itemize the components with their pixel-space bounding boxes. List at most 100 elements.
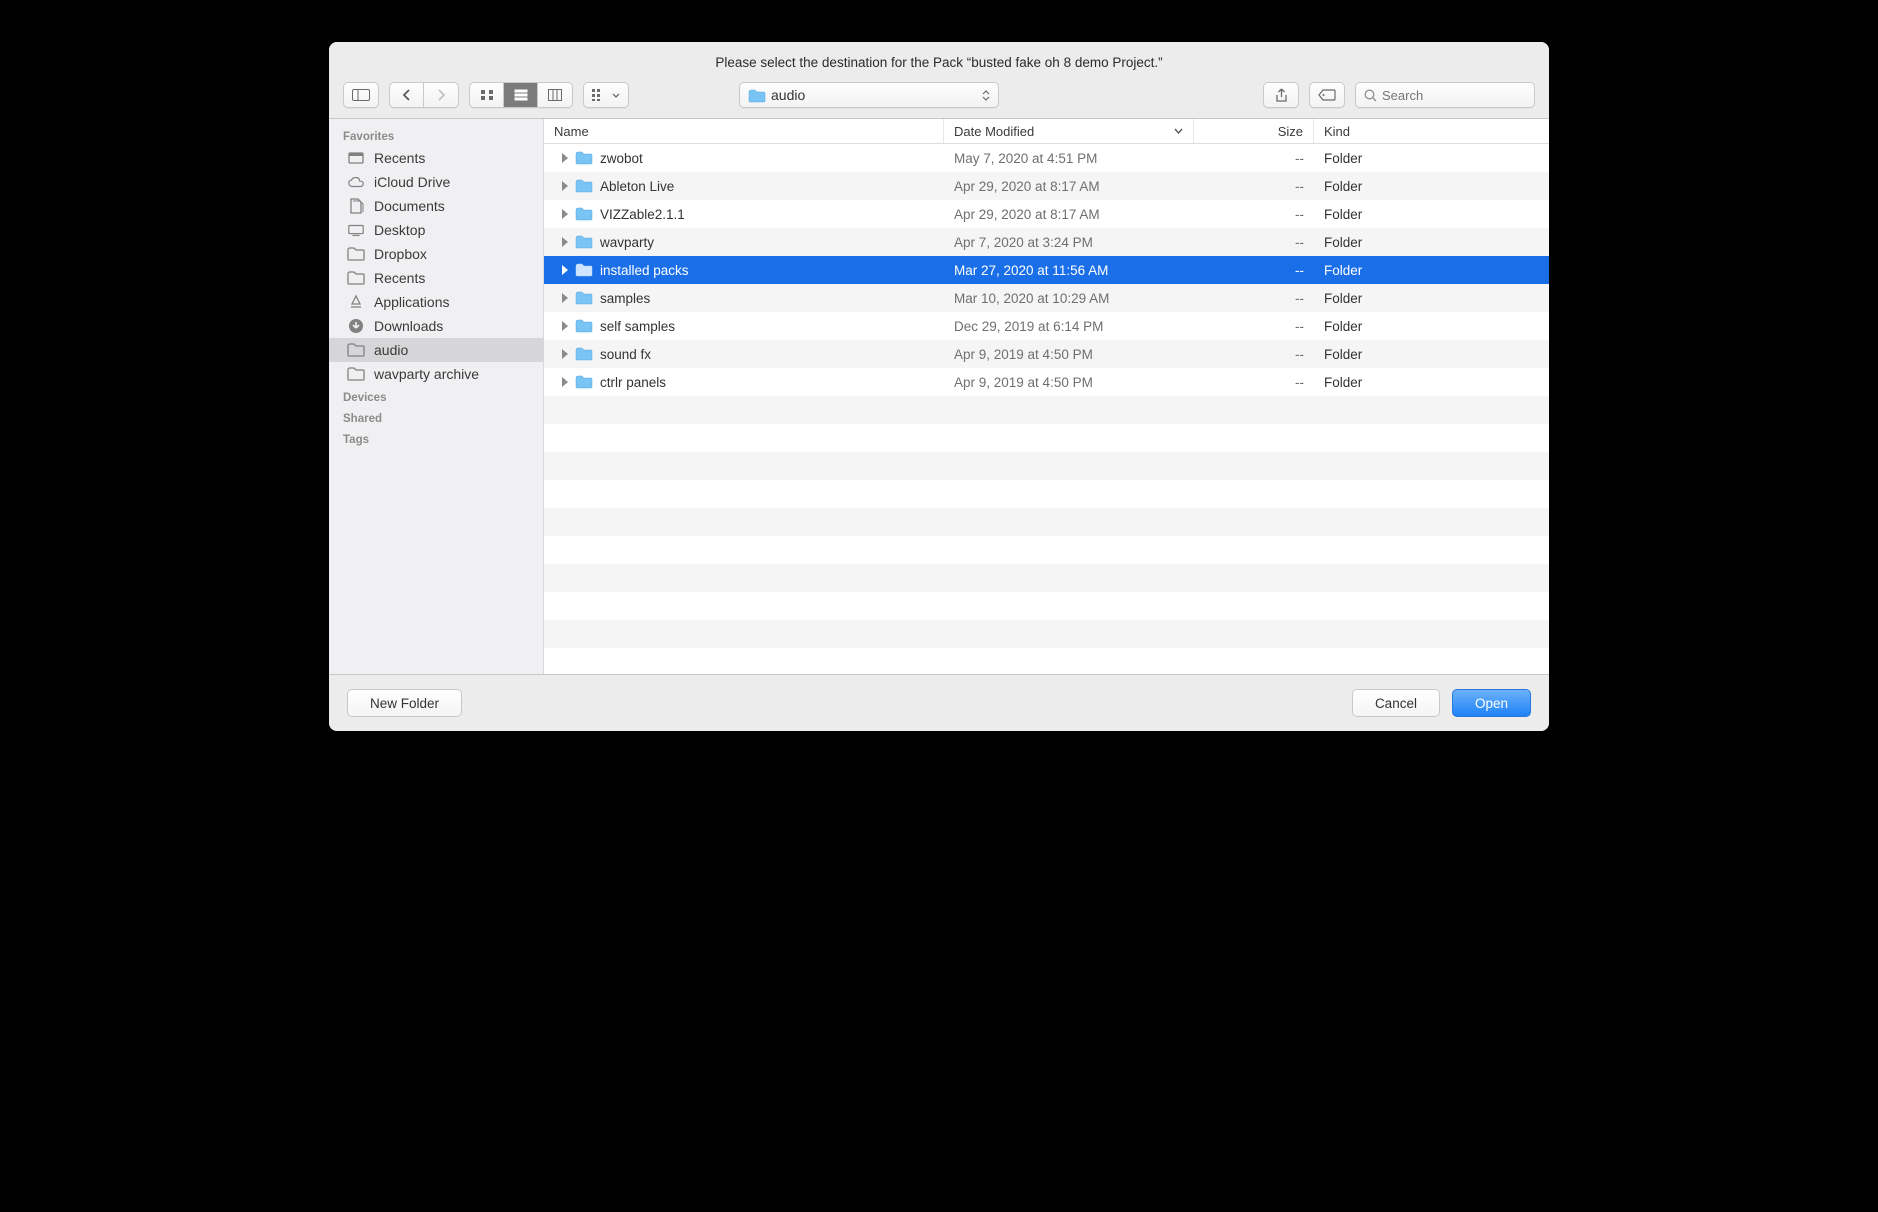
column-size[interactable]: Size: [1194, 119, 1314, 143]
file-name: self samples: [600, 319, 675, 334]
table-row[interactable]: self samplesDec 29, 2019 at 6:14 PM--Fol…: [544, 312, 1549, 340]
cell-size: --: [1194, 151, 1314, 166]
sidebar-item-label: Documents: [374, 198, 445, 214]
table-row-empty: [544, 396, 1549, 424]
list-view-button[interactable]: [504, 83, 538, 107]
tags-button[interactable]: [1309, 82, 1345, 108]
dialog-footer: New Folder Cancel Open: [329, 674, 1549, 731]
folder-icon: [575, 347, 593, 361]
icon-view-button[interactable]: [470, 83, 504, 107]
file-name: VIZZable2.1.1: [600, 207, 685, 222]
column-headers: Name Date Modified Size Kind: [544, 119, 1549, 144]
search-input[interactable]: [1382, 88, 1526, 103]
disclosure-triangle-icon[interactable]: [562, 181, 568, 191]
sidebar-item[interactable]: Downloads: [329, 314, 543, 338]
cell-name: sound fx: [544, 347, 944, 362]
table-row-empty: [544, 452, 1549, 480]
table-row[interactable]: samplesMar 10, 2020 at 10:29 AM--Folder: [544, 284, 1549, 312]
sidebar-item-label: Desktop: [374, 222, 425, 238]
group-by-button[interactable]: [583, 82, 629, 108]
table-row[interactable]: wavpartyApr 7, 2020 at 3:24 PM--Folder: [544, 228, 1549, 256]
cancel-button[interactable]: Cancel: [1352, 689, 1440, 717]
cell-size: --: [1194, 235, 1314, 250]
table-row-empty: [544, 536, 1549, 564]
column-kind[interactable]: Kind: [1314, 119, 1549, 143]
folder-icon: [347, 342, 365, 358]
disclosure-triangle-icon[interactable]: [562, 293, 568, 303]
file-name: Ableton Live: [600, 179, 674, 194]
new-folder-button[interactable]: New Folder: [347, 689, 462, 717]
sidebar-item[interactable]: Documents: [329, 194, 543, 218]
column-date[interactable]: Date Modified: [944, 119, 1194, 143]
sidebar-item-label: iCloud Drive: [374, 174, 450, 190]
sidebar-item[interactable]: Desktop: [329, 218, 543, 242]
file-name: ctrlr panels: [600, 375, 666, 390]
save-dialog: Please select the destination for the Pa…: [329, 42, 1549, 731]
folder-icon: [575, 207, 593, 221]
cell-date: Apr 9, 2019 at 4:50 PM: [944, 347, 1194, 362]
folder-icon: [575, 375, 593, 389]
disclosure-triangle-icon[interactable]: [562, 209, 568, 219]
folder-icon: [748, 89, 764, 102]
cell-date: Apr 7, 2020 at 3:24 PM: [944, 235, 1194, 250]
table-row[interactable]: VIZZable2.1.1Apr 29, 2020 at 8:17 AM--Fo…: [544, 200, 1549, 228]
cell-name: wavparty: [544, 235, 944, 250]
share-button[interactable]: [1263, 82, 1299, 108]
path-popup[interactable]: audio: [739, 82, 999, 108]
back-button[interactable]: [390, 83, 424, 107]
cell-name: ctrlr panels: [544, 375, 944, 390]
cell-kind: Folder: [1314, 347, 1549, 362]
search-field[interactable]: [1355, 82, 1535, 108]
sidebar-item-label: Recents: [374, 270, 425, 286]
sidebar-item[interactable]: wavparty archive: [329, 362, 543, 386]
column-view-button[interactable]: [538, 83, 572, 107]
cell-size: --: [1194, 319, 1314, 334]
table-row[interactable]: ctrlr panelsApr 9, 2019 at 4:50 PM--Fold…: [544, 368, 1549, 396]
sidebar-section-tags: Tags: [329, 428, 543, 449]
disclosure-triangle-icon[interactable]: [562, 349, 568, 359]
cell-name: samples: [544, 291, 944, 306]
folder-icon: [575, 263, 593, 277]
popup-arrows-icon: [982, 83, 990, 107]
folder-icon: [347, 246, 365, 262]
sidebar-item[interactable]: Recents: [329, 266, 543, 290]
sidebar-item[interactable]: audio: [329, 338, 543, 362]
disclosure-triangle-icon[interactable]: [562, 153, 568, 163]
table-row-empty: [544, 480, 1549, 508]
forward-button[interactable]: [424, 83, 458, 107]
sidebar-item[interactable]: Applications: [329, 290, 543, 314]
sidebar-item[interactable]: iCloud Drive: [329, 170, 543, 194]
column-name[interactable]: Name: [544, 119, 944, 143]
file-rows: zwobotMay 7, 2020 at 4:51 PM--Folder Able…: [544, 144, 1549, 674]
cell-size: --: [1194, 347, 1314, 362]
cell-kind: Folder: [1314, 375, 1549, 390]
table-row[interactable]: sound fxApr 9, 2019 at 4:50 PM--Folder: [544, 340, 1549, 368]
cell-kind: Folder: [1314, 207, 1549, 222]
cell-name: self samples: [544, 319, 944, 334]
cell-size: --: [1194, 291, 1314, 306]
sidebar-section-shared: Shared: [329, 407, 543, 428]
cell-kind: Folder: [1314, 291, 1549, 306]
disclosure-triangle-icon[interactable]: [562, 265, 568, 275]
table-row[interactable]: installed packsMar 27, 2020 at 11:56 AM-…: [544, 256, 1549, 284]
sidebar-section-favorites: Favorites: [329, 125, 543, 146]
table-row-empty: [544, 620, 1549, 648]
cell-date: Apr 29, 2020 at 8:17 AM: [944, 179, 1194, 194]
cell-kind: Folder: [1314, 151, 1549, 166]
table-row[interactable]: zwobotMay 7, 2020 at 4:51 PM--Folder: [544, 144, 1549, 172]
disclosure-triangle-icon[interactable]: [562, 377, 568, 387]
disclosure-triangle-icon[interactable]: [562, 321, 568, 331]
cell-date: Apr 9, 2019 at 4:50 PM: [944, 375, 1194, 390]
sidebar-item[interactable]: Recents: [329, 146, 543, 170]
disclosure-triangle-icon[interactable]: [562, 237, 568, 247]
sidebar-item-label: audio: [374, 342, 408, 358]
sidebar-section-devices: Devices: [329, 386, 543, 407]
cell-kind: Folder: [1314, 179, 1549, 194]
open-button[interactable]: Open: [1452, 689, 1531, 717]
table-row-empty: [544, 424, 1549, 452]
file-name: zwobot: [600, 151, 643, 166]
sidebar-item[interactable]: Dropbox: [329, 242, 543, 266]
folder-icon: [575, 179, 593, 193]
toggle-sidebar-button[interactable]: [343, 82, 379, 108]
table-row[interactable]: Ableton LiveApr 29, 2020 at 8:17 AM--Fol…: [544, 172, 1549, 200]
